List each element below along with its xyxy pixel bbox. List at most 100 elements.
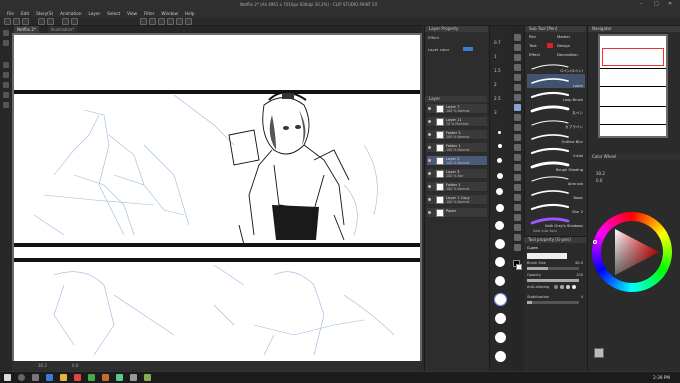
layer-row[interactable]: Layer 7 100 % Normal: [427, 104, 487, 114]
stabilization-value[interactable]: 4: [581, 295, 583, 299]
transform-icon[interactable]: [140, 18, 147, 25]
brush-item[interactable]: Loop Brush: [527, 88, 585, 102]
sub-tool-tab-pen[interactable]: Pen: [529, 34, 536, 39]
redo-icon[interactable]: [47, 18, 54, 25]
decoration-tool-icon[interactable]: [514, 144, 521, 151]
page-icon[interactable]: [3, 82, 9, 88]
frame-border-icon[interactable]: [514, 204, 521, 211]
deselect-icon[interactable]: [149, 18, 156, 25]
app-icon[interactable]: [102, 374, 109, 381]
undo-icon[interactable]: [38, 18, 45, 25]
menu-animation[interactable]: Animation: [60, 11, 81, 16]
layer-row[interactable]: Layer 11 70 % Multiple: [427, 117, 487, 127]
menu-story[interactable]: Story(S): [36, 11, 53, 16]
navigator-viewport[interactable]: [602, 48, 664, 66]
edge-icon[interactable]: [46, 374, 53, 381]
balloon-tool-icon[interactable]: [514, 234, 521, 241]
menu-file[interactable]: File: [7, 11, 14, 16]
brush-size-dot[interactable]: [497, 158, 502, 163]
brush-size-dot[interactable]: [495, 239, 505, 249]
brush-size-dot[interactable]: [495, 221, 504, 230]
layer-row[interactable]: Layer 1 Copy 100 % Normal: [427, 195, 487, 205]
brush-size-dot-selected[interactable]: [494, 293, 507, 306]
page-icon[interactable]: [3, 92, 9, 98]
menu-layer[interactable]: Layer: [88, 11, 100, 16]
tab-illustration[interactable]: Illustration*: [48, 26, 78, 33]
airbrush-tool-icon[interactable]: [514, 134, 521, 141]
sub-tool-tab-text[interactable]: Text: [529, 43, 537, 48]
brush-size-option[interactable]: 1: [494, 54, 497, 59]
stabilization-slider[interactable]: [527, 301, 579, 304]
figure-tool-icon[interactable]: [514, 194, 521, 201]
layer-icon[interactable]: [3, 30, 9, 36]
brush-item[interactable]: Outline Blur: [527, 130, 585, 144]
maximize-button[interactable]: □: [654, 1, 659, 7]
navigator-preview[interactable]: [598, 34, 668, 138]
canvas-paper[interactable]: [14, 35, 420, 361]
fill-tool-icon[interactable]: [514, 174, 521, 181]
brush-item[interactable]: Kath Grey's Shadows: [527, 214, 585, 228]
fill-icon[interactable]: [71, 18, 78, 25]
color-triangle[interactable]: [601, 221, 663, 283]
color-swatch[interactable]: [594, 348, 604, 358]
navigator-zoom[interactable]: 30.2: [596, 171, 605, 176]
operation-tool-icon[interactable]: [514, 54, 521, 61]
zoom-tool-icon[interactable]: [514, 34, 521, 41]
visibility-eye-icon[interactable]: [428, 146, 431, 149]
brush-item[interactable]: Loom: [527, 74, 585, 88]
brush-item[interactable]: Inkial: [527, 144, 585, 158]
hue-picker[interactable]: [593, 240, 597, 244]
tool-icon[interactable]: [3, 40, 9, 46]
brush-item[interactable]: Rough Shading: [527, 158, 585, 172]
crop-icon[interactable]: [167, 18, 174, 25]
blend-tool-icon[interactable]: [514, 164, 521, 171]
layer-row[interactable]: Paper: [427, 208, 487, 218]
selection-tool-icon[interactable]: [514, 74, 521, 81]
brush-size-dot[interactable]: [495, 351, 506, 362]
brush-size-value[interactable]: 40.0: [575, 261, 583, 265]
brush-size-option[interactable]: 2: [494, 82, 497, 87]
brush-size-dot[interactable]: [495, 332, 506, 343]
brush-size-dot[interactable]: [498, 144, 502, 148]
brush-size-option[interactable]: 3: [494, 110, 497, 115]
visibility-eye-icon[interactable]: [428, 211, 431, 214]
clip-studio-icon[interactable]: [144, 374, 151, 381]
move-layer-icon[interactable]: [514, 64, 521, 71]
visibility-eye-icon[interactable]: [428, 159, 431, 162]
close-button[interactable]: ✕: [668, 1, 672, 7]
visibility-eye-icon[interactable]: [428, 185, 431, 188]
brush-size-option[interactable]: 1.5: [494, 68, 501, 73]
snap-grid-icon[interactable]: [185, 18, 192, 25]
sub-tool-tab-effect[interactable]: Effect: [529, 52, 540, 57]
sub-color-swatch[interactable]: [516, 264, 522, 270]
clear-icon[interactable]: [62, 18, 69, 25]
brush-size-slider[interactable]: [527, 267, 579, 270]
brush-item[interactable]: Basic: [527, 186, 585, 200]
brush-tool-icon[interactable]: [514, 124, 521, 131]
pencil-tool-icon[interactable]: [514, 114, 521, 121]
explorer-icon[interactable]: [60, 374, 67, 381]
app-icon[interactable]: [130, 374, 137, 381]
brush-item[interactable]: Blur 2: [527, 200, 585, 214]
visibility-eye-icon[interactable]: [428, 198, 431, 201]
visibility-eye-icon[interactable]: [428, 133, 431, 136]
ruler-icon[interactable]: [514, 214, 521, 221]
brush-size-dot[interactable]: [495, 313, 506, 324]
page-icon[interactable]: [3, 102, 9, 108]
menu-filter[interactable]: Filter: [144, 11, 154, 16]
app-icon[interactable]: [88, 374, 95, 381]
new-file-icon[interactable]: [4, 18, 11, 25]
visibility-eye-icon[interactable]: [428, 107, 431, 110]
brush-size-dot[interactable]: [495, 257, 505, 267]
brush-size-option[interactable]: 2.5: [494, 96, 501, 101]
brush-size-dot[interactable]: [497, 173, 503, 179]
menu-window[interactable]: Window: [161, 11, 178, 16]
tab-netflix[interactable]: Netflix 2*: [14, 26, 39, 33]
brush-size-option[interactable]: 0.7: [494, 40, 501, 45]
navigator-rotation[interactable]: 0.0: [596, 178, 602, 183]
brush-item[interactable]: カブラペン: [527, 116, 585, 130]
sub-tool-tab-design[interactable]: Design: [557, 43, 570, 48]
app-icon[interactable]: [116, 374, 123, 381]
brush-size-dot[interactable]: [496, 188, 503, 195]
text-tool-icon[interactable]: [514, 224, 521, 231]
